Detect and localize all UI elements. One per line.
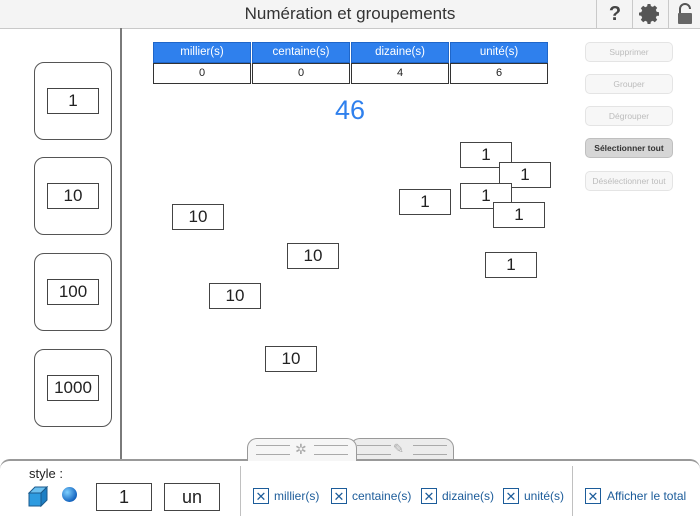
style-label: style : <box>29 466 63 481</box>
cube-icon[interactable] <box>27 485 49 513</box>
source-tile[interactable]: 100 <box>47 279 99 305</box>
select-all-button[interactable]: Sélectionner tout <box>585 138 673 158</box>
checkbox-label-tens: dizaine(s) <box>442 489 495 503</box>
column-header-units: unité(s) <box>450 42 548 63</box>
group-button[interactable]: Grouper <box>585 74 673 94</box>
ten-tile[interactable]: 10 <box>287 243 339 269</box>
source-tile[interactable]: 1000 <box>47 375 99 401</box>
column-value-tens: 4 <box>351 63 449 84</box>
sphere-icon[interactable] <box>62 487 77 502</box>
left-divider <box>120 28 122 460</box>
source-card-100[interactable]: 100 <box>34 253 112 331</box>
lock-icon[interactable] <box>673 2 697 26</box>
deselect-all-button[interactable]: Désélectionner tout <box>585 171 673 191</box>
checkbox-tens[interactable]: ✕ <box>421 488 437 504</box>
ten-tile[interactable]: 10 <box>209 283 261 309</box>
column-value-hundreds: 0 <box>252 63 350 84</box>
header-divider <box>596 0 597 28</box>
checkbox-units[interactable]: ✕ <box>503 488 519 504</box>
header-divider <box>632 0 633 28</box>
ten-tile[interactable]: 10 <box>265 346 317 372</box>
ungroup-button[interactable]: Dégrouper <box>585 106 673 126</box>
checkbox-label-units: unité(s) <box>524 489 565 503</box>
checkbox-show-total[interactable]: ✕ <box>585 488 601 504</box>
gear-icon: ✲ <box>295 441 307 457</box>
column-header-thousands: millier(s) <box>153 42 251 63</box>
tab-lines <box>357 445 391 455</box>
tab-lines <box>413 445 447 455</box>
column-value-thousands: 0 <box>153 63 251 84</box>
column-header-tens: dizaine(s) <box>351 42 449 63</box>
source-tile[interactable]: 10 <box>47 183 99 209</box>
ten-tile[interactable]: 10 <box>172 204 224 230</box>
question-icon[interactable]: ? <box>603 2 627 26</box>
bottom-divider <box>240 466 241 516</box>
delete-button[interactable]: Supprimer <box>585 42 673 62</box>
tab-lines <box>256 445 290 455</box>
checkbox-label-show-total: Afficher le total <box>607 489 687 503</box>
column-value-units: 6 <box>450 63 548 84</box>
tab-lines <box>314 445 348 455</box>
bottom-divider <box>572 466 573 516</box>
column-header-hundreds: centaine(s) <box>252 42 350 63</box>
page-title: Numération et groupements <box>244 4 456 23</box>
unit-tile[interactable]: 1 <box>493 202 545 228</box>
source-card-10[interactable]: 10 <box>34 157 112 235</box>
total-value: 46 <box>334 95 366 125</box>
checkbox-thousands[interactable]: ✕ <box>253 488 269 504</box>
checkbox-label-hundreds: centaine(s) <box>352 489 412 503</box>
tab-edit[interactable]: ✎ <box>350 438 454 461</box>
number-display: 1 <box>96 483 152 511</box>
unit-tile[interactable]: 1 <box>485 252 537 278</box>
tab-settings[interactable]: ✲ <box>247 438 357 461</box>
word-display: un <box>164 483 220 511</box>
gear-icon[interactable] <box>638 2 662 26</box>
checkbox-label-thousands: millier(s) <box>274 489 320 503</box>
source-card-1[interactable]: 1 <box>34 62 112 140</box>
source-card-1000[interactable]: 1000 <box>34 349 112 427</box>
header-divider <box>668 0 669 28</box>
unit-tile[interactable]: 1 <box>399 189 451 215</box>
source-tile[interactable]: 1 <box>47 88 99 114</box>
checkbox-hundreds[interactable]: ✕ <box>331 488 347 504</box>
pencil-icon: ✎ <box>393 441 404 456</box>
